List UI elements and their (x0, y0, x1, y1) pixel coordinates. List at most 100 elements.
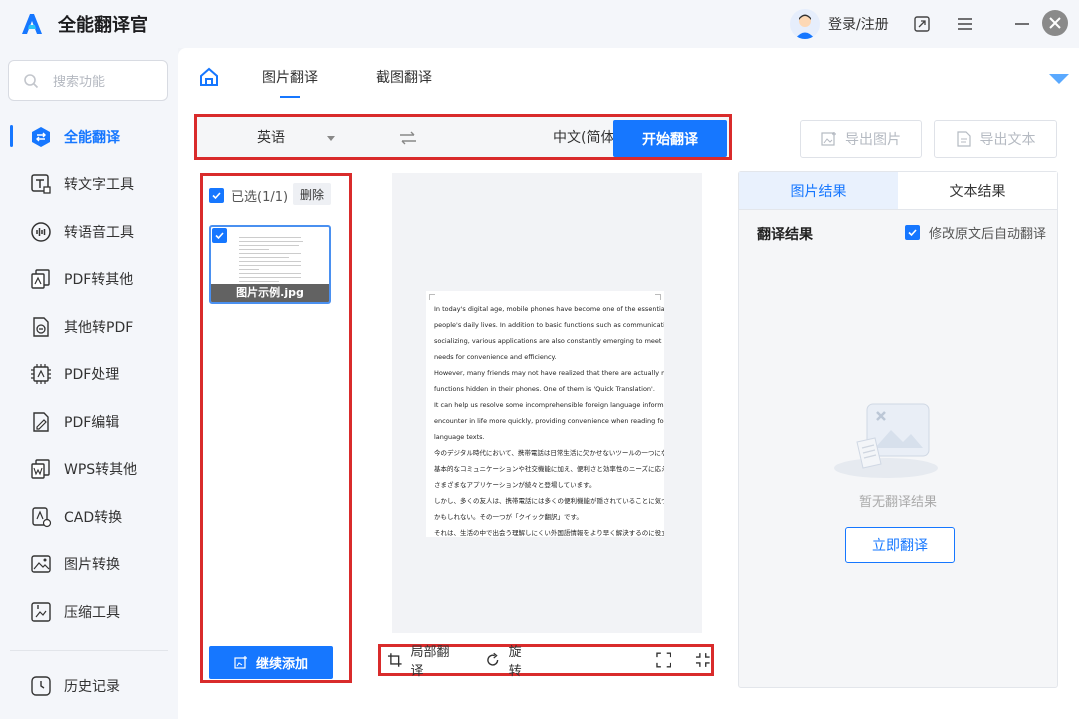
auto-translate-label: 修改原文后自动翻译 (929, 227, 1047, 242)
doc-line: 基本的なコミュニケーションや社交機能に加え、便利さと効率性のニーズに応えるために… (434, 465, 664, 473)
doc-line: encounter in life more quickly, providin… (434, 417, 664, 425)
sidebar-item-pdf-process[interactable]: PDF处理 (0, 351, 178, 399)
app-logo-icon (22, 14, 42, 34)
sidebar-item-label: 转语音工具 (64, 224, 134, 241)
sidebar-item-to-pdf[interactable]: 其他转PDF (0, 303, 178, 351)
doc-line: しかし、多くの友人は、携帯電話には多くの便利機能が隠されていることに気づかない (434, 497, 664, 505)
mode-tabs: 图片翻译 截图翻译 (198, 66, 490, 98)
collapse-arrow-icon[interactable] (1049, 74, 1069, 84)
sidebar-item-translate[interactable]: 全能翻译 (0, 113, 178, 161)
pdf-convert-icon (31, 269, 50, 289)
auto-translate-checkbox[interactable]: 修改原文后自动翻译 (905, 223, 1046, 242)
export-text-label: 导出文本 (979, 132, 1036, 148)
app-title: 全能翻译官 (58, 15, 148, 36)
sidebar-item-label: PDF处理 (64, 367, 120, 384)
rotate-button[interactable]: 旋转 (485, 641, 534, 679)
sidebar: 全能翻译官 搜索功能 全能翻译 转文字工具 转语音工具 PDF转其他 其他转PD… (0, 0, 178, 719)
home-icon[interactable] (198, 66, 220, 88)
tab-image-result[interactable]: 图片结果 (739, 172, 898, 209)
export-text-button[interactable]: 导出文本 (934, 120, 1057, 158)
tab-text-result[interactable]: 文本结果 (898, 172, 1057, 209)
text-tool-icon (31, 174, 51, 194)
sidebar-nav: 全能翻译 转文字工具 转语音工具 PDF转其他 其他转PDF PDF处理 PDF… (0, 113, 178, 636)
sidebar-item-label: 压缩工具 (64, 604, 120, 621)
shrink-window-icon[interactable] (912, 14, 932, 34)
result-tabs: 图片结果 文本结果 (739, 172, 1057, 210)
thumbnail-checkbox[interactable] (212, 228, 227, 243)
sidebar-item-label: 历史记录 (64, 678, 120, 695)
login-label: 登录/注册 (828, 17, 889, 33)
sidebar-item-cad[interactable]: CAD转换 (0, 493, 178, 541)
doc-line: かもしれない。その一つが「クイック翻訳」です。 (434, 513, 583, 521)
add-image-icon (234, 655, 247, 669)
doc-line: It can help us resolve some incomprehens… (434, 401, 664, 409)
sidebar-divider (10, 650, 168, 651)
translate-icon (32, 126, 50, 147)
minimize-icon[interactable] (1012, 14, 1032, 34)
result-title: 翻译结果 (757, 227, 813, 243)
sidebar-item-pdf-edit[interactable]: PDF编辑 (0, 398, 178, 446)
to-pdf-icon (33, 317, 49, 337)
add-more-button[interactable]: 继续添加 (209, 646, 333, 679)
rotate-icon (487, 652, 499, 666)
selected-count: 已选(1/1) (231, 190, 289, 205)
sidebar-item-label: CAD转换 (64, 509, 123, 526)
tab-image-translate[interactable]: 图片翻译 (262, 67, 318, 98)
sidebar-item-label: 全能翻译 (64, 129, 120, 146)
search-input[interactable]: 搜索功能 (8, 60, 168, 101)
translate-now-button[interactable]: 立即翻译 (845, 527, 955, 563)
file-name: 图片示例.jpg (211, 284, 329, 302)
sidebar-item-wps[interactable]: WPS转其他 (0, 446, 178, 494)
sidebar-item-label: 其他转PDF (64, 319, 134, 336)
main-panel: 图片翻译 截图翻译 英语 中文(简体) 开始翻译 导出图片 导出文本 已选(1/… (178, 48, 1079, 719)
document-page: In today's digital age, mobile phones ha… (426, 291, 664, 537)
fullscreen-icon[interactable] (656, 652, 672, 668)
login-button[interactable]: 登录/注册 (790, 9, 889, 39)
crop-icon (387, 653, 402, 667)
export-image-label: 导出图片 (845, 132, 901, 148)
empty-result-text: 暂无翻译结果 (858, 495, 937, 510)
document-text: In today's digital age, mobile phones ha… (426, 291, 664, 537)
search-placeholder: 搜索功能 (53, 75, 106, 90)
sidebar-item-compress[interactable]: 压缩工具 (0, 588, 178, 636)
image-preview: In today's digital age, mobile phones ha… (392, 173, 702, 633)
close-icon[interactable] (1040, 8, 1070, 38)
source-language-select[interactable]: 英语 (257, 127, 335, 147)
source-language-value: 英语 (257, 130, 285, 146)
export-image-button[interactable]: 导出图片 (800, 120, 922, 158)
delete-button[interactable]: 删除 (293, 183, 331, 205)
select-all-checkbox[interactable]: 已选(1/1) 删除 (209, 183, 331, 205)
avatar (790, 9, 820, 39)
exit-fullscreen-icon[interactable] (695, 652, 711, 668)
doc-line: However, many friends may not have reali… (434, 369, 664, 377)
doc-line: In today's digital age, mobile phones ha… (434, 305, 664, 313)
empty-result-icon (834, 403, 938, 478)
sidebar-item-pdf-convert[interactable]: PDF转其他 (0, 256, 178, 304)
start-translate-button[interactable]: 开始翻译 (613, 120, 727, 157)
partial-translate-button[interactable]: 局部翻译 (387, 641, 461, 679)
language-bar: 英语 中文(简体) 开始翻译 (194, 114, 732, 160)
sidebar-item-label: WPS转其他 (64, 462, 138, 479)
export-text-icon (956, 131, 971, 147)
swap-language-icon[interactable] (399, 131, 417, 145)
export-image-icon (821, 132, 836, 146)
add-more-label: 继续添加 (255, 657, 308, 672)
wps-icon (31, 459, 50, 479)
sidebar-item-history[interactable]: 历史记录 (0, 662, 178, 709)
preview-toolbar: 局部翻译 旋转 (378, 641, 714, 679)
sidebar-item-image-convert[interactable]: 图片转换 (0, 541, 178, 589)
chevron-down-icon (327, 135, 335, 141)
file-thumbnail[interactable]: 图片示例.jpg (209, 225, 331, 304)
image-convert-icon (31, 555, 51, 573)
pdf-edit-icon (33, 412, 49, 432)
sidebar-item-voice-tool[interactable]: 转语音工具 (0, 208, 178, 256)
tab-screenshot-translate[interactable]: 截图翻译 (376, 67, 432, 87)
doc-line: さまざまなアプリケーションが続々と登場しています。 (434, 481, 596, 489)
sidebar-item-text-tool[interactable]: 转文字工具 (0, 161, 178, 209)
sidebar-item-label: 转文字工具 (64, 177, 134, 194)
target-language-value: 中文(简体) (553, 130, 620, 146)
partial-translate-label: 局部翻译 (410, 645, 450, 679)
compress-icon (31, 602, 51, 622)
cad-icon (32, 507, 52, 527)
menu-icon[interactable] (955, 14, 975, 34)
